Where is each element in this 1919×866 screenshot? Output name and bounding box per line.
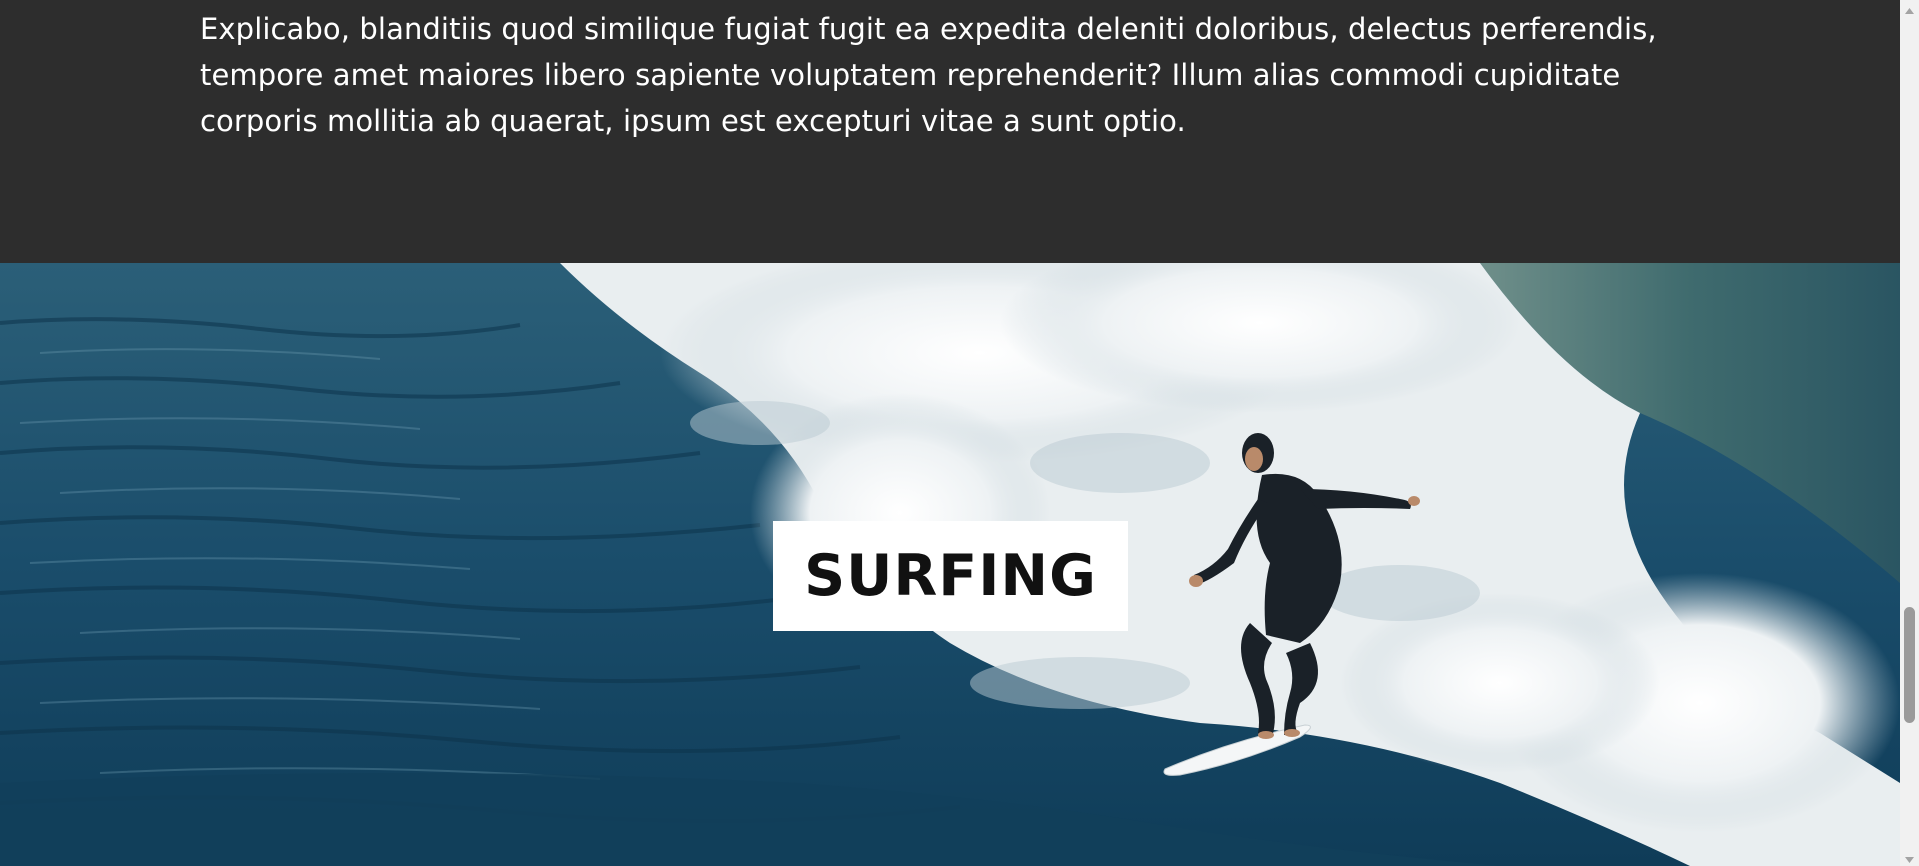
vertical-scrollbar[interactable] [1900,0,1919,866]
surfing-banner: SURFING [0,263,1900,866]
page-viewport: repudiandae molestiae magnam aut quod co… [0,0,1900,866]
page: repudiandae molestiae magnam aut quod co… [0,0,1919,866]
triangle-down-icon [1905,848,1914,866]
surfing-title: SURFING [804,543,1097,609]
surfing-title-box: SURFING [773,521,1128,631]
text-section: repudiandae molestiae magnam aut quod co… [0,0,1900,263]
scrollbar-thumb[interactable] [1904,607,1915,723]
triangle-up-icon [1905,0,1914,18]
scroll-down-button[interactable] [1900,849,1919,866]
scroll-up-button[interactable] [1900,0,1919,17]
article-paragraph: repudiandae molestiae magnam aut quod co… [200,12,1657,138]
